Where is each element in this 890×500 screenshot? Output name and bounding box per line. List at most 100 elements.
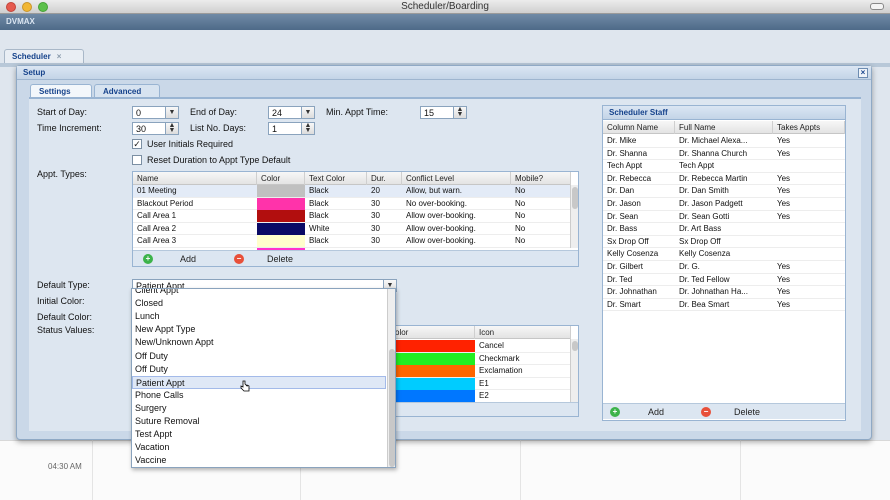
tab-scheduler[interactable]: Scheduler ×: [4, 49, 84, 63]
dropdown-option[interactable]: New/Unknown Appt: [132, 336, 386, 349]
reset-duration-checkbox[interactable]: [132, 155, 142, 165]
start-of-day-field[interactable]: 0: [132, 106, 166, 119]
staff-cell: Tech Appt: [679, 161, 715, 171]
tab-advanced[interactable]: Advanced: [94, 84, 160, 98]
appt-type-cell: Allow over-booking.: [406, 223, 476, 233]
tab-settings[interactable]: Settings: [30, 84, 92, 98]
dropdown-option[interactable]: Vaccine: [132, 454, 386, 467]
appt-types-add-button[interactable]: Add: [180, 254, 196, 264]
staff-delete-button[interactable]: Delete: [734, 407, 760, 417]
appt-type-cell: Black: [309, 211, 329, 221]
column-header-takes-appts[interactable]: Takes Appts: [773, 121, 845, 134]
column-header-mobile[interactable]: Mobile?: [511, 172, 571, 185]
min-appt-time-spinner[interactable]: ▲ ▼: [453, 106, 467, 119]
appt-type-cell: Allow, but warn.: [406, 186, 463, 195]
staff-row[interactable]: Dr. Ted Dr. Ted Fellow Yes: [603, 274, 845, 287]
staff-add-button[interactable]: Add: [648, 407, 664, 417]
status-values-scrollbar[interactable]: [570, 339, 578, 402]
staff-row[interactable]: Dr. Gilbert Dr. G. Yes: [603, 261, 845, 274]
appt-type-row[interactable]: Call Area 1 Black 30 Allow over-booking. No: [133, 210, 570, 223]
staff-cell: Dr. Sean: [607, 211, 639, 221]
dropdown-option[interactable]: Suture Removal: [132, 415, 386, 428]
staff-row[interactable]: Tech Appt Tech Appt: [603, 160, 845, 173]
staff-cell: [773, 223, 845, 235]
dropdown-option[interactable]: Off Duty: [132, 363, 386, 376]
scrollbar-thumb[interactable]: [572, 341, 578, 351]
staff-row[interactable]: Dr. Rebecca Dr. Rebecca Martin Yes: [603, 173, 845, 186]
end-of-day-field[interactable]: 24: [268, 106, 302, 119]
staff-cell: Yes: [777, 274, 791, 284]
staff-cell: Dr. Ted Fellow: [679, 274, 730, 284]
appt-type-row[interactable]: Blackout Period Black 30 No over-booking. No: [133, 197, 570, 211]
plus-icon[interactable]: +: [143, 254, 153, 264]
appt-types-delete-button[interactable]: Delete: [267, 254, 293, 264]
time-increment-field[interactable]: 30: [132, 122, 166, 135]
column-header-conflict-level[interactable]: Conflict Level: [402, 172, 511, 185]
dropdown-option[interactable]: Vacation: [132, 441, 386, 454]
staff-row[interactable]: Dr. Bass Dr. Art Bass: [603, 223, 845, 236]
dropdown-option[interactable]: Lunch: [132, 310, 386, 323]
staff-row[interactable]: Kelly Cosenza Kelly Cosenza: [603, 248, 845, 261]
appt-type-row[interactable]: Call Area 2 White 30 Allow over-booking. No: [133, 222, 570, 236]
column-header-icon[interactable]: Icon: [475, 326, 571, 339]
appt-type-row[interactable]: Call Area 3 Black 30 Allow over-booking. No: [133, 235, 570, 248]
staff-cell: Yes: [777, 299, 791, 309]
user-initials-checkbox[interactable]: ✓: [132, 139, 142, 149]
appt-type-cell: Call Area 2: [137, 223, 177, 233]
min-appt-time-field[interactable]: 15: [420, 106, 454, 119]
dropdown-option[interactable]: Phone Calls: [132, 389, 386, 402]
column-header-column-name[interactable]: Column Name: [603, 121, 675, 134]
color-swatch: [257, 197, 305, 210]
color-swatch: [391, 365, 475, 378]
minus-icon[interactable]: −: [701, 407, 711, 417]
minus-icon[interactable]: −: [234, 254, 244, 264]
staff-cell: [773, 160, 845, 172]
dropdown-option[interactable]: New Appt Type: [132, 323, 386, 336]
appt-type-cell: Black: [309, 186, 329, 195]
staff-cell: Yes: [777, 287, 791, 297]
dialog-close-button[interactable]: ×: [858, 68, 868, 78]
staff-row[interactable]: Dr. Mike Dr. Michael Alexa... Yes: [603, 135, 845, 148]
staff-row[interactable]: Sx Drop Off Sx Drop Off: [603, 236, 845, 249]
staff-row[interactable]: Dr. Johnathan Dr. Johnathan Ha... Yes: [603, 286, 845, 299]
list-no-days-spinner[interactable]: ▲ ▼: [301, 122, 315, 135]
default-type-dropdown-list: Client Appt Closed Lunch New Appt Type New/U…: [131, 288, 396, 468]
color-swatch: [257, 235, 305, 248]
start-of-day-dropdown-button[interactable]: ▼: [165, 106, 179, 119]
tab-close-icon[interactable]: ×: [57, 52, 62, 61]
dropdown-scrollbar[interactable]: [387, 289, 395, 467]
staff-row[interactable]: Dr. Smart Dr. Bea Smart Yes: [603, 299, 845, 312]
time-increment-spinner[interactable]: ▲ ▼: [165, 122, 179, 135]
dropdown-option[interactable]: Closed: [132, 297, 386, 310]
staff-cell: Dr. Bea Smart: [679, 299, 730, 309]
appt-type-row[interactable]: 01 Meeting Black 20 Allow, but warn. No: [133, 185, 570, 198]
staff-row[interactable]: Dr. Shanna Dr. Shanna Church Yes: [603, 148, 845, 161]
end-of-day-dropdown-button[interactable]: ▼: [301, 106, 315, 119]
dropdown-option[interactable]: Patient Appt: [132, 375, 386, 389]
column-header-color[interactable]: Color: [257, 172, 305, 185]
staff-row[interactable]: Dr. Jason Dr. Jason Padgett Yes: [603, 198, 845, 211]
scrollbar-thumb[interactable]: [572, 187, 578, 209]
appt-type-cell: Blackout Period: [137, 198, 194, 208]
spinner-icon: ▲ ▼: [304, 122, 312, 134]
staff-row[interactable]: Dr. Dan Dr. Dan Smith Yes: [603, 185, 845, 198]
staff-row[interactable]: Dr. Sean Dr. Sean Gotti Yes: [603, 211, 845, 224]
column-header-text-color[interactable]: Text Color: [305, 172, 367, 185]
plus-icon[interactable]: +: [610, 407, 620, 417]
appt-types-scrollbar[interactable]: [570, 185, 578, 248]
appt-type-cell: No: [515, 223, 526, 233]
column-header-name[interactable]: Name: [133, 172, 257, 185]
dropdown-option[interactable]: Surgery: [132, 402, 386, 415]
list-no-days-field[interactable]: 1: [268, 122, 302, 135]
window-title: Scheduler/Boarding: [401, 1, 489, 12]
dropdown-option[interactable]: Test Appt: [132, 428, 386, 441]
toolbar-toggle-button[interactable]: [870, 3, 884, 10]
column-header-duration[interactable]: Dur.: [367, 172, 402, 185]
column-header-color[interactable]: olor: [391, 326, 475, 339]
staff-cell: Yes: [777, 211, 791, 221]
dropdown-option[interactable]: Off Duty: [132, 350, 386, 363]
dropdown-option[interactable]: Client Appt: [132, 289, 386, 297]
scrollbar-thumb[interactable]: [389, 349, 395, 467]
column-header-full-name[interactable]: Full Name: [675, 121, 773, 134]
reset-duration-label: Reset Duration to Appt Type Default: [147, 155, 291, 165]
